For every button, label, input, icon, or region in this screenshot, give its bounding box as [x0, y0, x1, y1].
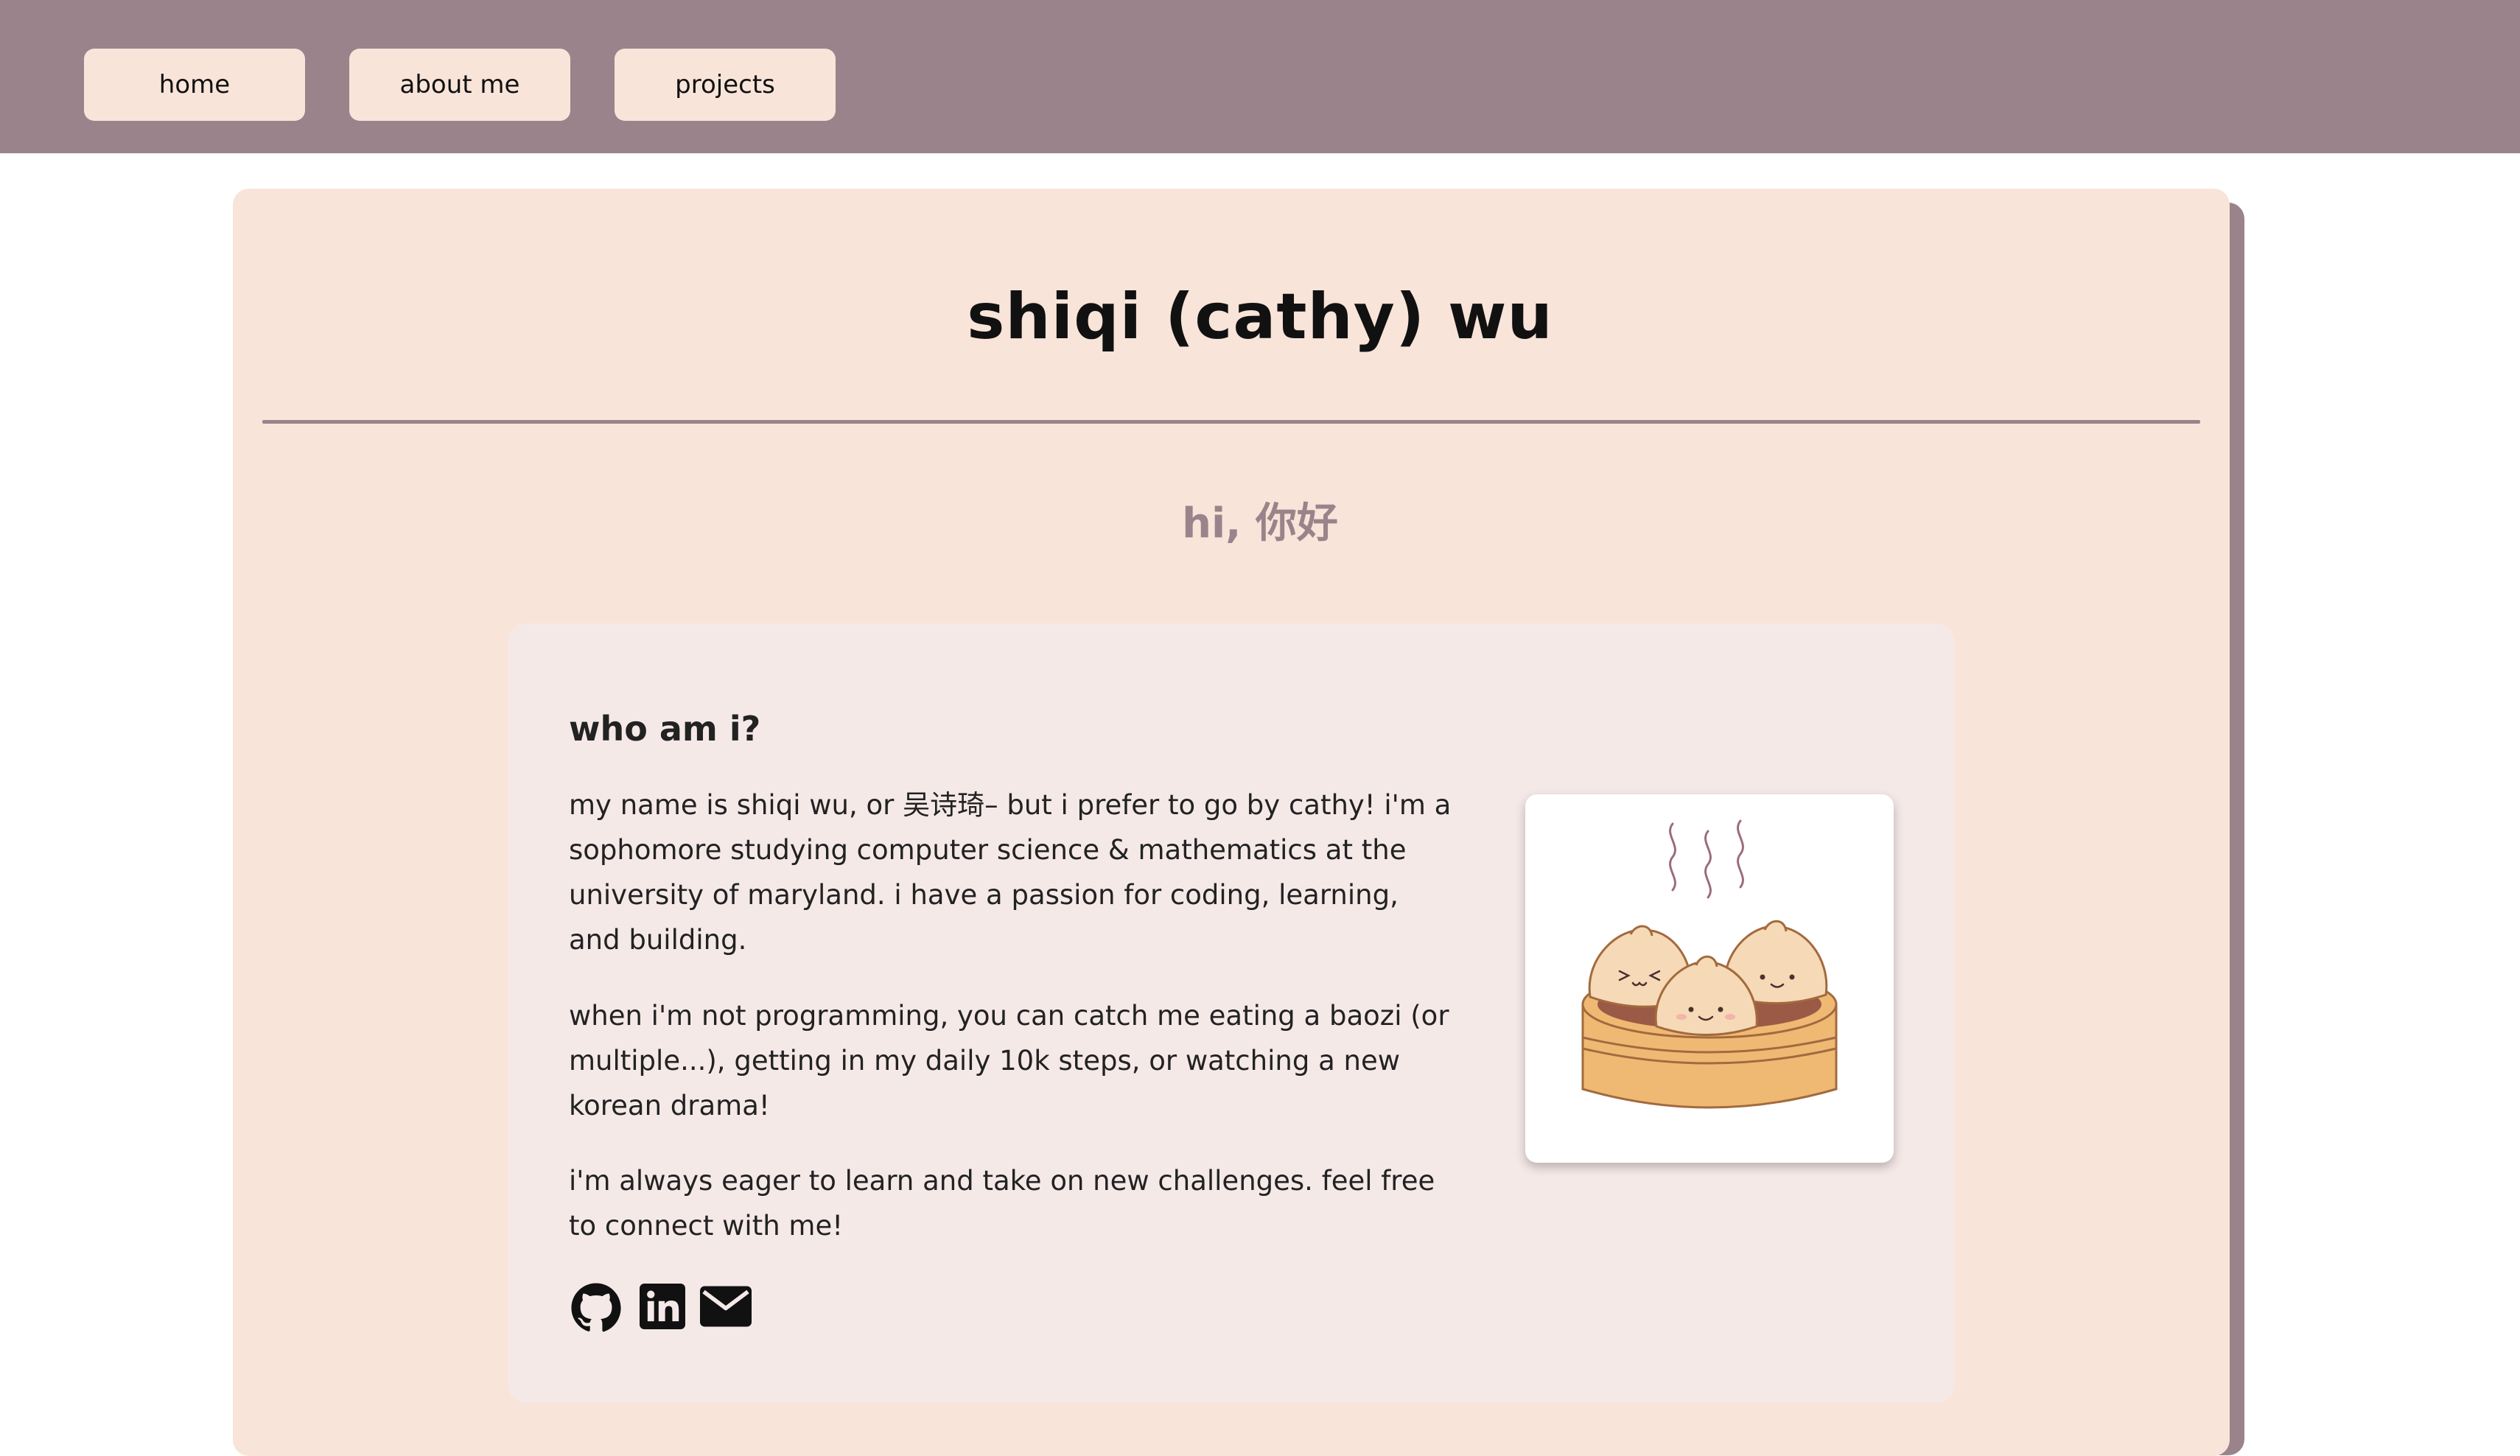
linkedin-icon[interactable] [640, 1284, 685, 1332]
about-paragraph-2: when i'm not programming, you can catch … [569, 1000, 1449, 1121]
dumpling-illustration [1581, 819, 1838, 1109]
dumpling-image [1525, 794, 1894, 1163]
nav-about-button[interactable]: about me [349, 49, 570, 121]
page-title: shiqi (cathy) wu [967, 280, 1553, 354]
github-icon[interactable] [570, 1282, 622, 1337]
about-paragraph-3: i'm always eager to learn and take on ne… [569, 1165, 1435, 1242]
greeting: hi, 你好 [1182, 500, 1338, 547]
top-nav-bar: home about me projects [0, 0, 2520, 153]
about-paragraph-1: my name is shiqi wu, or 吴诗琦– but i prefe… [569, 789, 1452, 956]
title-divider [262, 420, 2200, 424]
nav-home-button[interactable]: home [84, 49, 305, 121]
nav-projects-button[interactable]: projects [615, 49, 836, 121]
email-icon[interactable] [700, 1285, 752, 1331]
about-heading: who am i? [569, 709, 761, 749]
